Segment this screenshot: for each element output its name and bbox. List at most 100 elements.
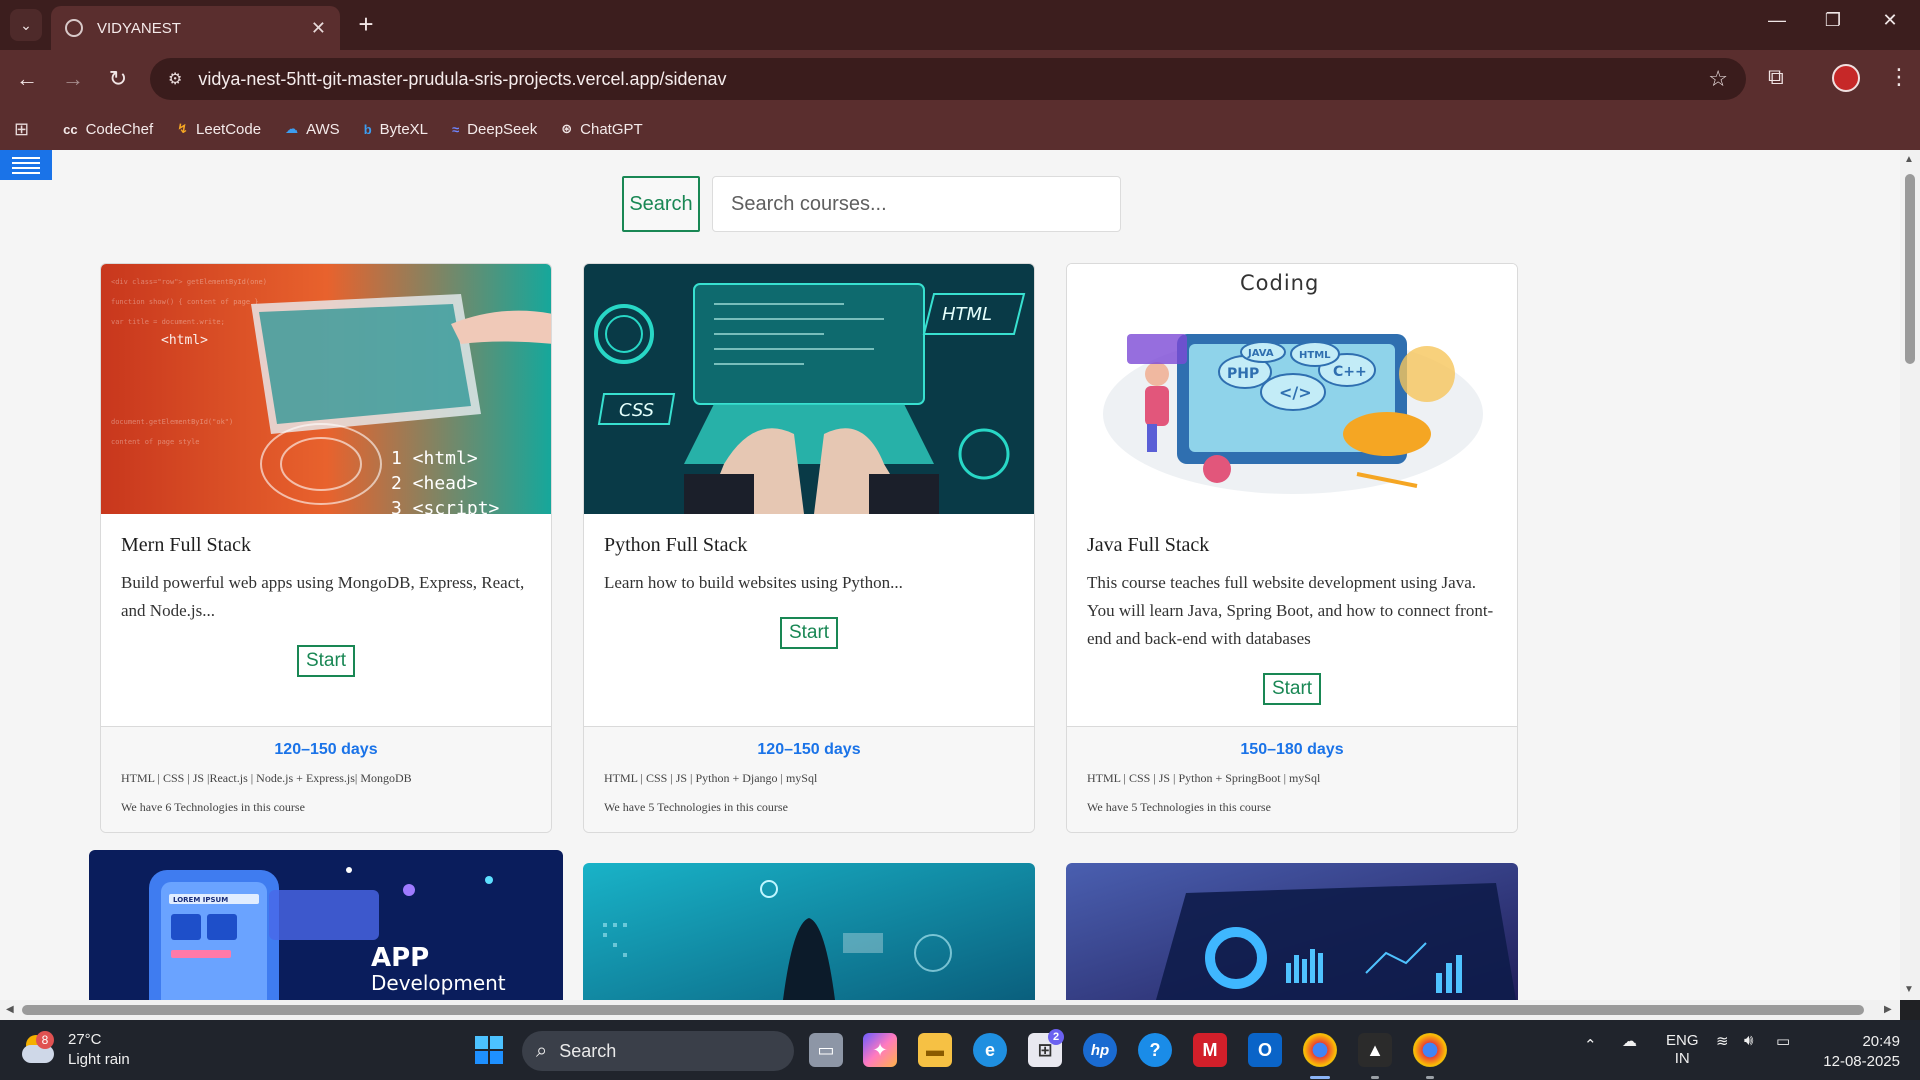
scroll-right-icon[interactable]: ▶ — [1884, 1004, 1892, 1015]
course-card-app-development: LOREM IPSUM APP Development — [89, 850, 563, 1000]
tab-title: VIDYANEST — [97, 19, 181, 37]
start-button[interactable]: Start — [296, 645, 356, 677]
scroll-down-icon[interactable]: ▼ — [1904, 984, 1914, 995]
vertical-scroll-thumb[interactable] — [1905, 174, 1915, 364]
taskbar-search[interactable]: ⌕ Search — [522, 1031, 794, 1071]
mcafee-icon[interactable]: M — [1193, 1033, 1227, 1067]
tab-search-button[interactable]: ⌄ — [10, 9, 42, 41]
reload-icon: ↻ — [108, 66, 128, 91]
bookmark-chatgpt[interactable]: ⊛ ChatGPT — [561, 121, 642, 138]
course-description: Learn how to build websites using Python… — [604, 573, 903, 592]
profile-avatar[interactable] — [1832, 64, 1860, 92]
bytexl-icon: b — [363, 121, 372, 137]
cpp-label: C++ — [1333, 364, 1367, 380]
aws-icon: ☁ — [285, 121, 299, 136]
battery-icon[interactable]: ▭ — [1776, 1032, 1790, 1050]
close-tab-button[interactable]: ✕ — [311, 18, 326, 39]
hp-icon[interactable]: hp — [1083, 1033, 1117, 1067]
html-label: HTML — [942, 304, 992, 325]
bookmark-codechef[interactable]: cc CodeChef — [63, 121, 153, 138]
course-footer: 120–150 days HTML | CSS | JS | Python + … — [584, 726, 1034, 832]
course-card-python: HTML CSS Python Full Stack Learn how to … — [583, 263, 1035, 833]
windows-start-icon[interactable] — [472, 1033, 506, 1067]
menu-dots-icon[interactable]: ⋮ — [1888, 64, 1910, 90]
weather-desc: Light rain — [68, 1051, 130, 1068]
task-view-icon[interactable]: ▭ — [809, 1033, 843, 1067]
window-close-button[interactable]: ✕ — [1870, 10, 1910, 31]
bookmarks-bar: ⊞ cc CodeChef ↯ LeetCode ☁ AWS b ByteXL … — [0, 108, 1920, 150]
back-button[interactable]: ← — [12, 64, 42, 94]
lorem-label: LOREM IPSUM — [173, 896, 228, 904]
bookmark-star-icon[interactable]: ☆ — [1708, 66, 1728, 92]
course-description: This course teaches full website develop… — [1087, 573, 1494, 648]
vertical-scrollbar[interactable]: ▲ ▼ — [1900, 150, 1920, 1000]
svg-text:var title = document.write;: var title = document.write; — [111, 318, 225, 326]
arrow-right-icon: → — [62, 66, 84, 91]
volume-icon[interactable]: 🔊︎ — [1744, 1032, 1753, 1049]
new-tab-button[interactable]: + — [352, 10, 380, 38]
outlook-icon[interactable]: O — [1248, 1033, 1282, 1067]
minimize-button[interactable]: — — [1757, 10, 1797, 31]
browser-toolbar: ← → ↻ ⚙ vidya-nest-5htt-git-master-prudu… — [0, 50, 1920, 108]
course-title: Java Full Stack — [1087, 534, 1210, 556]
search-icon: ⌕ — [536, 1039, 548, 1062]
course-tech-count: We have 6 Technologies in this course — [121, 800, 305, 814]
wifi-icon[interactable]: ≋ — [1716, 1032, 1729, 1050]
course-duration: 120–150 days — [757, 741, 861, 758]
chrome-profile-icon[interactable] — [1413, 1033, 1447, 1067]
file-explorer-icon[interactable]: ▬ — [918, 1033, 952, 1067]
search-button[interactable]: Search — [622, 176, 700, 232]
store-badge: 2 — [1048, 1029, 1064, 1045]
horizontal-scroll-thumb[interactable] — [22, 1005, 1864, 1015]
chrome-icon[interactable] — [1303, 1033, 1337, 1067]
course-footer: 150–180 days HTML | CSS | JS | Python + … — [1067, 726, 1517, 832]
scroll-left-icon[interactable]: ◀ — [6, 1004, 14, 1015]
chevron-up-icon[interactable]: ⌃ — [1584, 1036, 1597, 1054]
app-label: APP — [371, 943, 429, 973]
svg-text:</>: </> — [1279, 383, 1312, 402]
taskbar-search-label: Search — [559, 1040, 617, 1061]
site-info-icon[interactable]: ⚙ — [168, 69, 182, 89]
course-card-data-analytics — [1066, 863, 1518, 1000]
search-input[interactable] — [712, 176, 1121, 232]
svg-text:document.getElementById("ok"): document.getElementById("ok") — [111, 418, 233, 426]
url-text[interactable]: vidya-nest-5htt-git-master-prudula-sris-… — [198, 69, 1708, 90]
edge-icon[interactable]: e — [973, 1033, 1007, 1067]
globe-icon — [65, 19, 83, 37]
start-button[interactable]: Start — [779, 617, 839, 649]
bookmark-label: ChatGPT — [580, 120, 643, 138]
weather-badge: 8 — [36, 1031, 54, 1049]
apps-grid-icon[interactable]: ⊞ — [14, 119, 29, 140]
clock-time: 20:49 — [1862, 1033, 1900, 1050]
horizontal-scrollbar[interactable]: ◀ ▶ — [0, 1000, 1900, 1020]
bookmark-aws[interactable]: ☁ AWS — [285, 121, 340, 138]
tab-vidyanest[interactable]: VIDYANEST ✕ — [51, 6, 340, 50]
reload-button[interactable]: ↻ — [103, 64, 133, 94]
scroll-up-icon[interactable]: ▲ — [1904, 154, 1914, 165]
help-icon[interactable]: ? — [1138, 1033, 1172, 1067]
svg-text:<html>: <html> — [161, 333, 208, 348]
course-duration: 150–180 days — [1240, 741, 1344, 758]
weather-widget[interactable]: 8 27°C Light rain — [22, 1030, 130, 1070]
copilot-icon[interactable]: ✦ — [863, 1033, 897, 1067]
bookmark-label: LeetCode — [196, 120, 262, 138]
app-icon[interactable]: ▲ — [1358, 1033, 1392, 1067]
language-indicator[interactable]: ENG IN — [1666, 1032, 1699, 1068]
start-button[interactable]: Start — [1262, 673, 1322, 705]
forward-button[interactable]: → — [58, 64, 88, 94]
onedrive-icon[interactable]: ☁ — [1622, 1032, 1637, 1050]
svg-text:content of page style: content of page style — [111, 438, 200, 446]
restore-button[interactable]: ❐ — [1813, 10, 1853, 31]
address-bar[interactable]: ⚙ vidya-nest-5htt-git-master-prudula-sri… — [150, 58, 1746, 100]
bookmark-deepseek[interactable]: ≈ DeepSeek — [452, 121, 537, 138]
chatgpt-icon: ⊛ — [561, 121, 573, 136]
clock[interactable]: 20:49 12-08-2025 — [1816, 1032, 1900, 1072]
codechef-icon: cc — [63, 121, 78, 137]
php-label: PHP — [1227, 366, 1259, 382]
svg-text:3 <script>: 3 <script> — [391, 498, 500, 514]
bookmark-bytexl[interactable]: b ByteXL — [364, 121, 428, 138]
extensions-icon[interactable]: ⧉ — [1768, 64, 1784, 90]
sidenav-toggle-button[interactable] — [0, 150, 52, 180]
course-description: Build powerful web apps using MongoDB, E… — [121, 573, 525, 620]
bookmark-leetcode[interactable]: ↯ LeetCode — [177, 121, 261, 138]
